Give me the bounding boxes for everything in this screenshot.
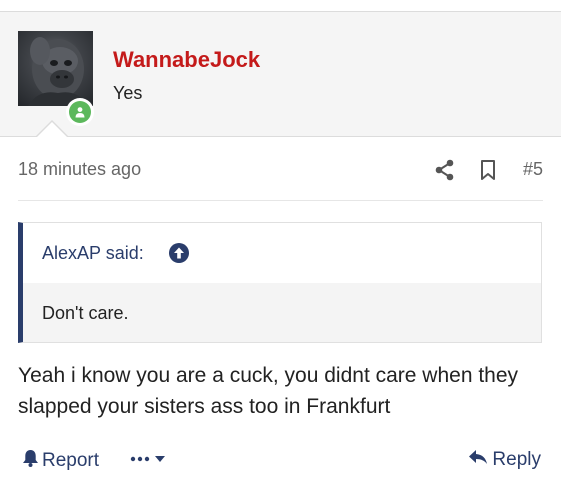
avatar-image xyxy=(28,37,88,106)
user-title: Yes xyxy=(113,83,143,103)
reply-label: Reply xyxy=(492,449,541,470)
more-options-button[interactable] xyxy=(130,452,170,470)
online-user-badge-icon xyxy=(69,101,91,123)
report-button[interactable]: Report xyxy=(22,449,99,473)
post-actions: Report Reply xyxy=(18,448,543,474)
meta-divider xyxy=(18,200,543,201)
quote-author-link[interactable]: AlexAP said: xyxy=(42,243,144,264)
bell-icon xyxy=(22,449,42,473)
post-user-header: WannabeJock Yes xyxy=(0,12,561,137)
avatar[interactable] xyxy=(18,31,93,106)
online-status-badge xyxy=(66,98,94,126)
arrow-up-circle-icon[interactable] xyxy=(169,243,189,263)
reply-button[interactable]: Reply xyxy=(468,449,541,471)
username-link[interactable]: WannabeJock xyxy=(113,47,260,73)
quote-text: Don't care. xyxy=(42,303,129,323)
quote-block: AlexAP said: Don't care. xyxy=(18,222,542,343)
quote-header: AlexAP said: xyxy=(23,223,541,283)
header-pointer xyxy=(36,122,68,138)
report-label: Report xyxy=(42,450,100,471)
post-message: Yeah i know you are a cuck, you didnt ca… xyxy=(18,364,519,418)
post-number-link[interactable]: #5 xyxy=(523,159,543,180)
ellipsis-dropdown-icon xyxy=(130,452,170,470)
quote-body: Don't care. xyxy=(23,283,541,342)
bookmark-icon[interactable] xyxy=(478,159,498,181)
share-icon[interactable] xyxy=(434,159,456,181)
post-timestamp[interactable]: 18 minutes ago xyxy=(18,159,141,180)
reply-arrow-icon xyxy=(468,449,492,471)
post-meta-row: 18 minutes ago #5 xyxy=(18,156,543,186)
